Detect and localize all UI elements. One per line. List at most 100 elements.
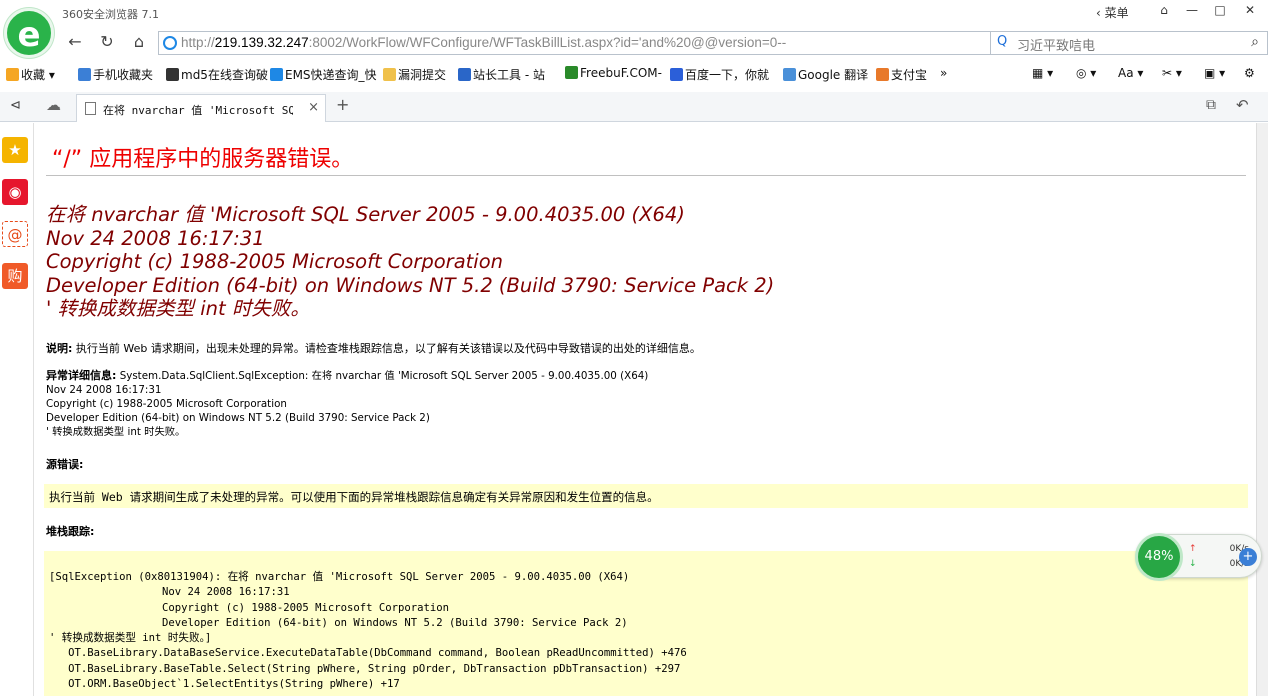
favorites-icon[interactable]: ★ <box>2 137 28 163</box>
home-icon: ⌂ <box>133 32 145 51</box>
site-security-icon <box>163 36 177 50</box>
bookmark-label: EMS快递查询_快 <box>285 68 377 82</box>
reload-icon: ↻ <box>100 32 114 51</box>
bookmark-item[interactable]: 站长工具 - 站 <box>458 66 545 83</box>
bookmark-item[interactable]: EMS快递查询_快 <box>270 66 377 83</box>
bookmark-item[interactable]: Google 翻译 <box>783 66 868 83</box>
bookmark-label: 漏洞提交 <box>398 68 447 82</box>
browser-logo-icon[interactable]: e <box>4 8 54 58</box>
image-tool-icon[interactable]: ▣ ▾ <box>1204 66 1225 80</box>
description-label: 说明: <box>46 342 73 355</box>
shopping-icon[interactable]: 购 <box>2 263 28 289</box>
memory-percent-badge[interactable]: 48% <box>1135 533 1183 581</box>
shield-icon[interactable]: ◎ ▾ <box>1076 66 1096 80</box>
minimize-icon[interactable]: — <box>1178 0 1206 20</box>
title-bar: 360安全浏览器 7.1 ‹ 菜单 ⌂ — □ ✕ <box>0 0 1268 28</box>
maximize-icon[interactable]: □ <box>1206 0 1234 20</box>
error-line: Copyright (c) 1988-2005 Microsoft Corpor… <box>46 250 504 273</box>
translate-tool-icon[interactable]: Aa ▾ <box>1118 66 1143 80</box>
bookmark-item[interactable]: 手机收藏夹 <box>78 66 153 83</box>
speed-widget[interactable]: 48% ↑ 0K/s ↓ 0K/s + <box>1135 533 1262 581</box>
description-text: 执行当前 Web 请求期间，出现未处理的异常。请检查堆栈跟踪信息，以了解有关该错… <box>75 342 701 355</box>
divider <box>46 175 1246 176</box>
mail-icon[interactable]: @ <box>2 221 28 247</box>
pin-icon[interactable]: ⌂ <box>1150 0 1178 20</box>
exception-line: Copyright (c) 1988-2005 Microsoft Corpor… <box>46 398 287 410</box>
bookmark-label: 收藏 <box>21 68 46 82</box>
bookmark-label: FreebuF.COM- <box>580 66 662 80</box>
reload-button[interactable]: ↻ <box>94 31 120 55</box>
search-input[interactable]: 习近平致唁电 <box>1017 35 1095 54</box>
new-tab-button[interactable]: + <box>336 95 349 114</box>
settings-icon[interactable]: ⚙ <box>1244 66 1255 80</box>
arrow-left-icon: ← <box>68 32 82 51</box>
url-prefix: http:// <box>181 35 215 50</box>
address-bar[interactable]: http://219.139.32.247:8002/WorkFlow/WFCo… <box>158 31 1046 55</box>
close-icon[interactable]: ✕ <box>1236 0 1264 20</box>
error-line: Nov 24 2008 16:17:31 <box>46 226 265 250</box>
stack-line: Developer Edition (64-bit) on Windows NT… <box>111 616 628 629</box>
tab-strip: ⊲ ☁ 在将 nvarchar 值 'Microsoft SQL S × + ⧉… <box>0 92 1268 122</box>
undo-close-icon[interactable]: ↶ <box>1236 96 1249 114</box>
bookmark-label: 站长工具 - 站 <box>473 68 545 82</box>
tab-active[interactable]: 在将 nvarchar 值 'Microsoft SQL S × <box>76 94 326 122</box>
tab-close-icon[interactable]: × <box>308 100 319 115</box>
error-line: 在将 nvarchar 值 'Microsoft SQL Server 2005… <box>46 203 685 226</box>
search-icon[interactable]: ⌕ <box>1251 34 1259 50</box>
navigation-bar: ← ↻ ⌂ http://219.139.32.247:8002/WorkFlo… <box>60 29 1268 57</box>
bookmarks-more-button[interactable]: » <box>940 66 947 80</box>
bookmark-label: 支付宝 <box>891 68 928 82</box>
search-box[interactable]: Q 习近平致唁电 ⌕ <box>990 31 1268 55</box>
app-grid-icon[interactable]: ▦ ▾ <box>1032 66 1053 80</box>
weibo-icon[interactable]: ◉ <box>2 179 28 205</box>
error-line: ' 转换成数据类型 int 时失败。 <box>46 297 310 320</box>
description: 说明: 执行当前 Web 请求期间，出现未处理的异常。请检查堆栈跟踪信息，以了解… <box>46 340 701 356</box>
source-error-text: 执行当前 Web 请求期间生成了未处理的异常。可以使用下面的异常堆栈跟踪信息确定… <box>49 490 659 504</box>
stack-line: OT.ORM.BaseObject`1.SelectEntitys(String… <box>49 678 400 691</box>
tab-title: 在将 nvarchar 值 'Microsoft SQL S <box>103 104 293 117</box>
stack-line: ' 转换成数据类型 int 时失败。] <box>49 632 212 645</box>
freebuf-icon <box>565 66 578 79</box>
ems-icon <box>270 68 283 81</box>
screenshot-icon[interactable]: ✂ ▾ <box>1162 66 1182 80</box>
bookmark-label: 百度一下，你就 <box>685 68 770 82</box>
error-line: Developer Edition (64-bit) on Windows NT… <box>46 273 775 297</box>
tools-icon <box>458 68 471 81</box>
alipay-icon <box>876 68 889 81</box>
menu-button[interactable]: ‹ 菜单 <box>1096 4 1129 21</box>
tab-list-icon[interactable]: ⧉ <box>1206 97 1216 113</box>
page-icon <box>85 102 96 115</box>
sidebar-toggle-icon[interactable]: ⊲ <box>10 98 21 113</box>
stack-trace-box: [SqlException (0x80131904): 在将 nvarchar … <box>44 551 1248 696</box>
back-button[interactable]: ← <box>62 31 88 55</box>
translate-icon <box>783 68 796 81</box>
plus-icon[interactable]: + <box>1239 548 1257 566</box>
bookmark-item[interactable]: 百度一下，你就 <box>670 66 769 83</box>
stack-line: OT.BaseLibrary.BaseTable.Select(String p… <box>49 662 681 675</box>
bookmark-item[interactable]: 收藏 ▾ <box>6 66 55 83</box>
sidebar: ★ ◉ @ 购 <box>0 123 34 696</box>
bookmark-label: Google 翻译 <box>798 68 869 82</box>
app-title: 360安全浏览器 7.1 <box>62 8 159 21</box>
bookmark-item[interactable]: 支付宝 <box>876 66 927 83</box>
exception-line: Nov 24 2008 16:17:31 <box>46 384 162 396</box>
search-engine-icon[interactable]: Q <box>997 34 1007 49</box>
scrollbar[interactable] <box>1256 123 1268 696</box>
bookmark-item[interactable]: 漏洞提交 <box>383 66 446 83</box>
page-content: “/” 应用程序中的服务器错误。 在将 nvarchar 值 'Microsof… <box>34 123 1256 696</box>
address-url[interactable]: http://219.139.32.247:8002/WorkFlow/WFCo… <box>181 35 786 50</box>
bookmark-label: 手机收藏夹 <box>93 68 154 82</box>
cloud-icon[interactable]: ☁ <box>46 96 61 114</box>
stack-line: [SqlException (0x80131904): 在将 nvarchar … <box>49 571 630 583</box>
home-button[interactable]: ⌂ <box>126 31 152 55</box>
star-icon <box>6 68 19 81</box>
url-host: 219.139.32.247 <box>214 35 309 50</box>
page-title: “/” 应用程序中的服务器错误。 <box>52 147 354 172</box>
bookmark-item[interactable]: FreebuF.COM- <box>565 66 662 80</box>
stack-trace-label: 堆栈跟踪: <box>46 525 95 538</box>
exception-details: 异常详细信息: System.Data.SqlClient.SqlExcepti… <box>46 369 648 439</box>
source-error-box: 执行当前 Web 请求期间生成了未处理的异常。可以使用下面的异常堆栈跟踪信息确定… <box>44 484 1248 508</box>
stack-line: OT.BaseLibrary.DataBaseService.ExecuteDa… <box>49 647 687 660</box>
md5-icon <box>166 68 179 81</box>
bookmark-item[interactable]: md5在线查询破 <box>166 66 268 83</box>
